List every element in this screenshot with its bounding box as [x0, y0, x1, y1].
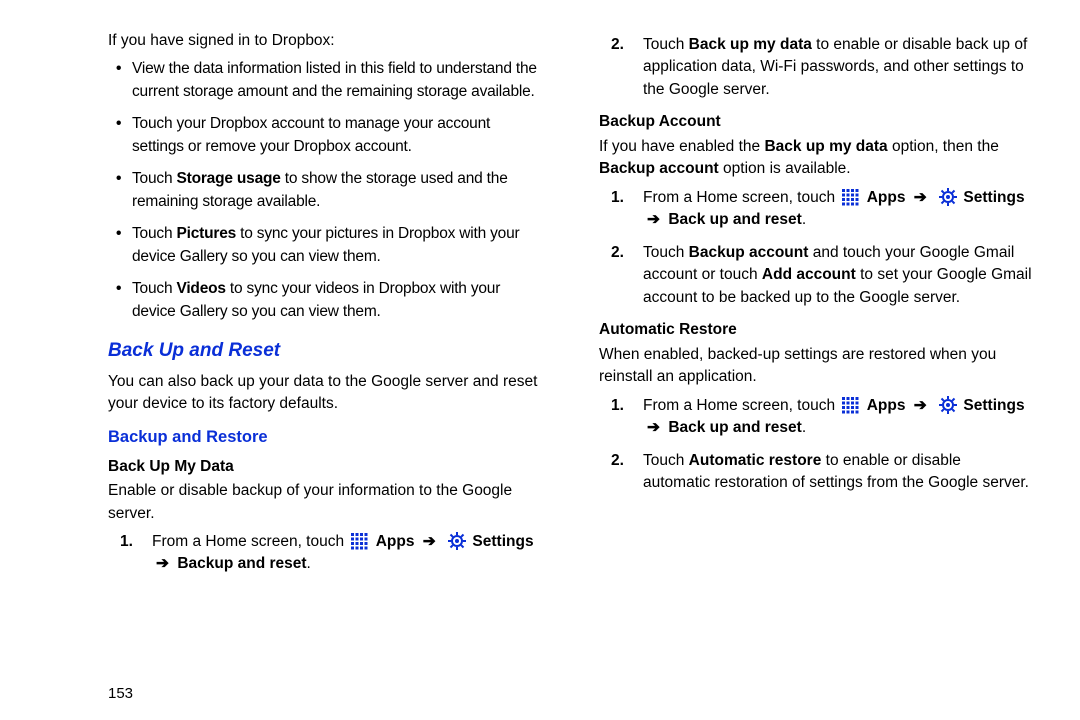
settings-gear-icon [939, 188, 957, 206]
dropbox-intro: If you have signed in to Dropbox: [108, 30, 541, 52]
bold: Back up my data [764, 138, 887, 155]
text: option is available. [719, 160, 851, 177]
step: From a Home screen, touch Apps ➔ [611, 187, 1032, 232]
step: From a Home screen, touch Apps ➔ [611, 395, 1032, 440]
arrow-icon: ➔ [156, 555, 169, 572]
text: Touch [132, 280, 176, 297]
text: Touch [643, 36, 689, 53]
period: . [307, 555, 311, 572]
backup-reset-intro: You can also back up your data to the Go… [108, 371, 541, 416]
dropbox-bullet: Touch Pictures to sync your pictures in … [122, 223, 541, 268]
bold: Backup account [599, 160, 719, 177]
text: Touch your Dropbox account to manage you… [132, 115, 490, 154]
dropbox-bullet: Touch your Dropbox account to manage you… [122, 113, 541, 158]
bold: Storage usage [176, 170, 280, 187]
text: If you have enabled the [599, 138, 764, 155]
heading-backup-and-restore: Backup and Restore [108, 426, 541, 450]
bold: Pictures [176, 225, 236, 242]
settings-label: Settings [963, 397, 1024, 414]
backup-my-data-text: Enable or disable backup of your informa… [108, 480, 541, 525]
backup-reset-label: Back up and reset [668, 211, 802, 228]
backup-reset-label: Backup and reset [177, 555, 306, 572]
dropbox-bullet: View the data information listed in this… [122, 58, 541, 103]
right-column: Touch Back up my data to enable or disab… [581, 28, 1042, 708]
text: View the data information listed in this… [132, 60, 537, 99]
dropbox-bullet: Touch Storage usage to show the storage … [122, 168, 541, 213]
apps-label: Apps [376, 533, 415, 550]
backup-reset-label: Back up and reset [668, 419, 802, 436]
text: option, then the [888, 138, 999, 155]
page: If you have signed in to Dropbox: View t… [0, 0, 1080, 720]
bold: Backup account [689, 244, 809, 261]
settings-gear-icon [939, 396, 957, 414]
heading-back-up-my-data: Back Up My Data [108, 456, 541, 478]
text: From a Home screen, touch [643, 189, 835, 206]
text: Touch [132, 225, 176, 242]
text: From a Home screen, touch [643, 397, 835, 414]
auto-restore-steps: From a Home screen, touch Apps ➔ [599, 395, 1032, 495]
heading-back-up-and-reset: Back Up and Reset [108, 337, 541, 365]
apps-label: Apps [867, 397, 906, 414]
backup-account-text: If you have enabled the Back up my data … [599, 136, 1032, 181]
apps-label: Apps [867, 189, 906, 206]
dropbox-bullet: Touch Videos to sync your videos in Drop… [122, 278, 541, 323]
dropbox-bullets: View the data information listed in this… [108, 58, 541, 323]
bold: Add account [762, 266, 856, 283]
text: From a Home screen, touch [152, 533, 344, 550]
apps-grid-icon [841, 188, 859, 206]
backup-my-data-steps: From a Home screen, touch Apps ➔ [108, 531, 541, 576]
step: Touch Automatic restore to enable or dis… [611, 450, 1032, 495]
text: Touch [643, 244, 689, 261]
settings-label: Settings [963, 189, 1024, 206]
page-number: 153 [108, 685, 133, 702]
step: Touch Back up my data to enable or disab… [611, 34, 1032, 101]
backup-my-data-steps-cont: Touch Back up my data to enable or disab… [599, 34, 1032, 101]
arrow-icon: ➔ [914, 397, 927, 414]
text: Touch [643, 452, 689, 469]
heading-automatic-restore: Automatic Restore [599, 319, 1032, 341]
bold: Videos [176, 280, 225, 297]
step: From a Home screen, touch Apps ➔ [120, 531, 541, 576]
apps-grid-icon [350, 532, 368, 550]
heading-backup-account: Backup Account [599, 111, 1032, 133]
apps-grid-icon [841, 396, 859, 414]
settings-gear-icon [448, 532, 466, 550]
text: Touch [132, 170, 176, 187]
bold: Automatic restore [689, 452, 822, 469]
period: . [802, 419, 806, 436]
step: Touch Backup account and touch your Goog… [611, 242, 1032, 309]
arrow-icon: ➔ [423, 533, 436, 550]
left-column: If you have signed in to Dropbox: View t… [48, 28, 541, 708]
period: . [802, 211, 806, 228]
arrow-icon: ➔ [914, 189, 927, 206]
arrow-icon: ➔ [647, 419, 660, 436]
bold: Back up my data [689, 36, 812, 53]
arrow-icon: ➔ [647, 211, 660, 228]
settings-label: Settings [472, 533, 533, 550]
auto-restore-intro: When enabled, backed-up settings are res… [599, 344, 1032, 389]
backup-account-steps: From a Home screen, touch Apps ➔ [599, 187, 1032, 309]
